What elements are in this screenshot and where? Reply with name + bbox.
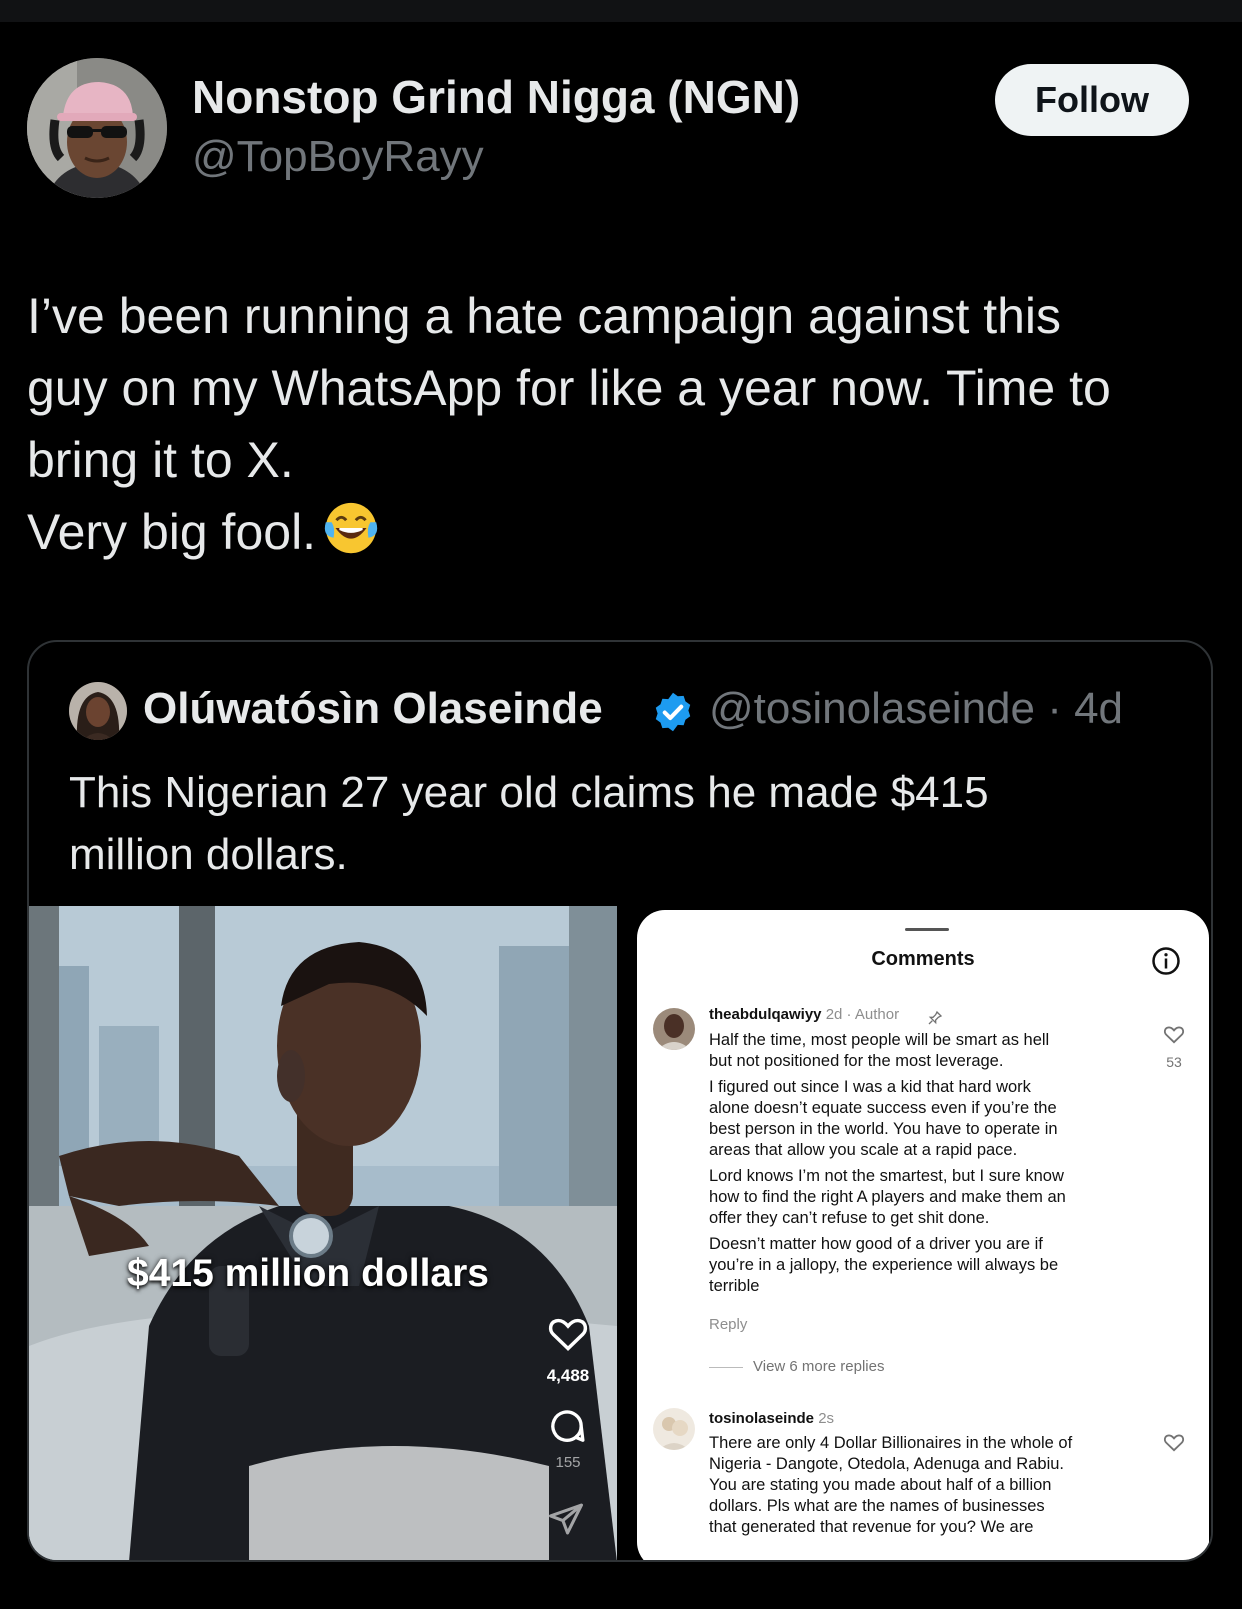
comment-username: tosinolaseinde 2s	[709, 1410, 834, 1427]
tweet-line-text: Very big fool.	[27, 504, 317, 560]
quoted-avatar-image	[69, 682, 127, 740]
comment-paragraph: Lord knows I’m not the smartest, but I s…	[709, 1166, 1149, 1229]
tweet-line: guy on my WhatsApp for like a year now. …	[27, 360, 1111, 416]
info-icon	[1152, 947, 1180, 975]
commenter-avatar-image	[653, 1408, 695, 1450]
comment-username: theabdulqawiyy 2d · Author	[709, 1006, 899, 1023]
comment-username-text: theabdulqawiyy	[709, 1006, 822, 1023]
comment-line: alone doesn’t equate success even if you…	[709, 1099, 1057, 1117]
video-frame-image	[29, 906, 617, 1560]
view-replies-rule	[709, 1367, 743, 1368]
author-avatar[interactable]	[27, 58, 167, 198]
view-more-replies-link[interactable]: View 6 more replies	[753, 1358, 884, 1375]
quoted-author-name[interactable]: Olúwatósìn Olaseinde	[143, 684, 603, 734]
comment-line: offer they can’t refuse to get shit done…	[709, 1209, 990, 1227]
comments-screenshot[interactable]: Comments theabdulqawiyy 2d · Author Half…	[627, 906, 1211, 1560]
comment-username-text: tosinolaseinde	[709, 1410, 815, 1427]
video-like-count: 4,488	[546, 1366, 590, 1385]
comment-line: that generated that revenue for you? We …	[709, 1518, 1034, 1536]
comment-line: Doesn’t matter how good of a driver you …	[709, 1235, 1043, 1253]
tweet-line-last: Very big fool.	[27, 496, 1227, 568]
comment-line: There are only 4 Dollar Billionaires in …	[709, 1434, 1073, 1452]
commenter-avatar	[653, 1008, 695, 1050]
comment-line: dollars. Pls what are the names of busin…	[709, 1497, 1045, 1515]
comments-panel: Comments theabdulqawiyy 2d · Author Half…	[637, 910, 1209, 1560]
comment-heart-icon[interactable]	[1163, 1432, 1185, 1452]
quoted-text-line: million dollars.	[69, 830, 348, 879]
comment-line: areas that allow you scale at a rapid pa…	[709, 1141, 1018, 1159]
comment-line: you’re in a jallopy, the experience will…	[709, 1256, 1059, 1274]
comments-title: Comments	[871, 948, 975, 970]
comment-bubble-icon[interactable]	[547, 1406, 587, 1446]
comment-line: terrible	[709, 1277, 760, 1295]
comment-line: but not positioned for the most leverage…	[709, 1052, 1004, 1070]
quoted-text-line: This Nigerian 27 year old claims he made…	[69, 768, 989, 817]
comment-body: Half the time, most people will be smart…	[709, 1030, 1149, 1302]
commenter-avatar	[653, 1408, 695, 1450]
comment-line: best person in the world. You have to op…	[709, 1120, 1058, 1138]
laughing-tears-emoji-icon	[324, 502, 378, 554]
quoted-author-avatar[interactable]	[69, 682, 127, 740]
comment-line: Nigeria - Dangote, Otedola, Adenuga and …	[709, 1455, 1064, 1473]
follow-button[interactable]: Follow	[995, 64, 1189, 136]
comment-meta: 2d · Author	[825, 1006, 900, 1023]
comment-like-count: 53	[1166, 1054, 1182, 1070]
video-comment-count: 155	[555, 1454, 581, 1471]
quoted-handle-time: @tosinolaseinde · 4d	[709, 684, 1124, 733]
comment-line: You are stating you made about half of a…	[709, 1476, 1052, 1494]
quoted-tweet-card[interactable]: Olúwatósìn Olaseinde @tosinolaseinde · 4…	[27, 640, 1213, 1562]
comment-paragraph: Doesn’t matter how good of a driver you …	[709, 1234, 1149, 1297]
comment-line: how to find the right A players and make…	[709, 1188, 1066, 1206]
tweet-line: bring it to X.	[27, 432, 294, 488]
tweet-text: I’ve been running a hate campaign agains…	[27, 280, 1227, 568]
comment-meta: 2s	[818, 1410, 835, 1427]
quoted-text: This Nigerian 27 year old claims he made…	[69, 762, 1169, 886]
status-bar-strip	[0, 0, 1242, 22]
verified-badge-icon	[655, 692, 691, 732]
pin-icon	[928, 1010, 943, 1025]
send-share-icon[interactable]	[547, 1502, 585, 1536]
comment-line: I figured out since I was a kid that har…	[709, 1078, 1031, 1096]
author-display-name[interactable]: Nonstop Grind Nigga (NGN)	[192, 70, 800, 124]
heart-icon[interactable]	[547, 1314, 589, 1352]
comment-heart-icon[interactable]	[1163, 1024, 1185, 1044]
author-handle[interactable]: @TopBoyRayy	[192, 132, 484, 182]
author-avatar-image	[27, 58, 167, 198]
comment-line: Half the time, most people will be smart…	[709, 1031, 1050, 1049]
comment-paragraph: Half the time, most people will be smart…	[709, 1030, 1149, 1072]
sheet-grab-handle	[905, 928, 949, 931]
comment-body: There are only 4 Dollar Billionaires in …	[709, 1433, 1149, 1538]
comment-line: Lord knows I’m not the smartest, but I s…	[709, 1167, 1064, 1185]
comment-paragraph: I figured out since I was a kid that har…	[709, 1077, 1149, 1161]
video-thumbnail[interactable]: $415 million dollars 4,488 155	[29, 906, 617, 1560]
comment-reply-link[interactable]: Reply	[709, 1316, 747, 1333]
commenter-avatar-image	[653, 1008, 695, 1050]
tweet-line: I’ve been running a hate campaign agains…	[27, 288, 1062, 344]
video-caption: $415 million dollars	[127, 1252, 489, 1295]
